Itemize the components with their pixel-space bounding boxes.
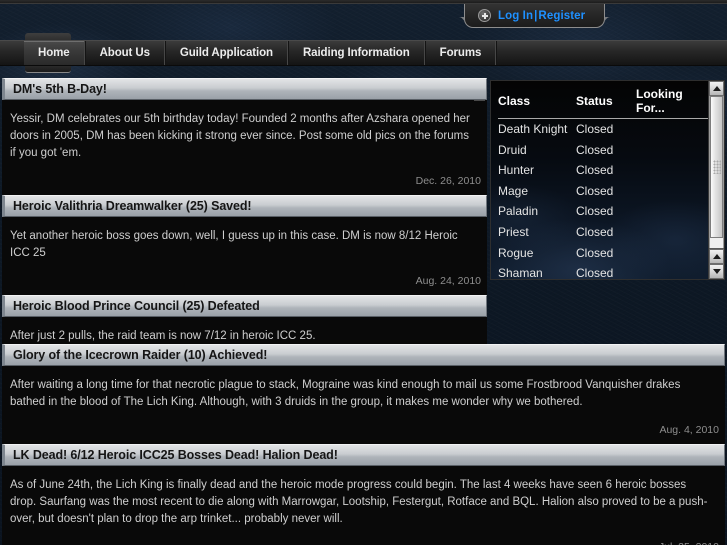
cell-class: Paladin [498, 204, 539, 219]
scrollbar-down-button[interactable] [709, 264, 724, 279]
cell-looking-for [636, 119, 708, 140]
page-content: DM's 5th B-Day! Yessir, DM celebrates ou… [0, 78, 727, 545]
cell-looking-for [636, 201, 708, 222]
table-header-row: Class Status Looking For... [498, 86, 708, 119]
recruitment-scrollbar[interactable] [708, 81, 724, 279]
post-body: As of June 24th, the Lich King is finall… [2, 466, 725, 532]
cell-status: Closed [576, 122, 614, 136]
table-row: Druid Closed [498, 140, 708, 161]
post-date: Aug. 4, 2010 [659, 424, 719, 436]
cell-status: Closed [576, 245, 614, 260]
table-row: Paladin Closed [498, 201, 708, 222]
active-tab-bottom-cap [25, 66, 71, 73]
main-navigation: Home About Us Guild Application Raiding … [0, 40, 727, 66]
scrollbar-grip-icon [712, 160, 721, 174]
nav-item-raiding-information[interactable]: Raiding Information [287, 41, 425, 65]
table-row: Hunter Closed [498, 160, 708, 181]
recruitment-panel: Class Status Looking For... Death Knight… [490, 80, 725, 280]
cell-looking-for [636, 263, 708, 279]
cell-status: Closed [576, 224, 614, 239]
news-post: Glory of the Icecrown Raider (10) Achiev… [2, 344, 725, 444]
news-post: Heroic Valithria Dreamwalker (25) Saved!… [2, 195, 487, 295]
link-separator: | [534, 9, 538, 22]
post-title[interactable]: LK Dead! 6/12 Heroic ICC25 Bosses Dead! … [2, 444, 725, 466]
recruitment-panel-inner: Class Status Looking For... Death Knight… [491, 81, 708, 279]
cell-class: Druid [498, 142, 527, 157]
arrow-up-icon [712, 254, 721, 259]
post-date: Jul. 25, 2010 [2, 532, 725, 545]
table-row: Death Knight Closed [498, 119, 708, 140]
post-date: Aug. 24, 2010 [415, 275, 481, 287]
post-title[interactable]: Heroic Blood Prince Council (25) Defeate… [2, 295, 487, 317]
scrollbar-thumb[interactable] [710, 96, 723, 238]
arrow-down-icon [712, 269, 721, 274]
post-title[interactable]: Heroic Valithria Dreamwalker (25) Saved! [2, 195, 487, 217]
scrollbar-track[interactable] [709, 96, 724, 248]
post-paragraph: After waiting a long time for that necro… [10, 379, 681, 408]
post-paragraph: Yessir, DM celebrates our 5th birthday t… [10, 113, 470, 159]
nav-item-guild-application[interactable]: Guild Application [164, 41, 288, 65]
cell-class: Mage [498, 183, 529, 198]
recruitment-table: Class Status Looking For... Death Knight… [498, 86, 708, 279]
table-row: Shaman Closed [498, 263, 708, 279]
post-paragraph: After just 2 pulls, the raid team is now… [10, 330, 316, 342]
cell-class: Shaman [498, 266, 543, 279]
cell-class: Death Knight [498, 122, 568, 136]
column-header-class: Class [498, 86, 576, 119]
cell-status: Closed [576, 266, 614, 279]
login-tab[interactable]: Log In|Register [464, 4, 605, 28]
plus-circle-icon [478, 9, 491, 22]
cell-looking-for [636, 181, 708, 202]
news-posts-wide-column: Glory of the Icecrown Raider (10) Achiev… [2, 344, 725, 545]
nav-item-forums[interactable]: Forums [424, 41, 497, 65]
post-body: After waiting a long time for that necro… [2, 366, 725, 415]
table-row: Priest Closed [498, 222, 708, 243]
column-header-status: Status [576, 86, 636, 119]
post-title[interactable]: DM's 5th B-Day! [2, 78, 487, 100]
top-strip [0, 0, 727, 4]
cell-looking-for [636, 222, 708, 243]
post-body: Yessir, DM celebrates our 5th birthday t… [2, 100, 487, 166]
table-row: Rogue Closed [498, 243, 708, 264]
news-post: DM's 5th B-Day! Yessir, DM celebrates ou… [2, 78, 487, 195]
active-tab-top-cap [25, 33, 71, 40]
cell-looking-for [636, 160, 708, 181]
nav-item-about-us[interactable]: About Us [84, 41, 165, 65]
post-body: Yet another heroic boss goes down, well,… [2, 217, 487, 266]
nav-item-home[interactable]: Home [24, 41, 85, 65]
column-header-looking-for: Looking For... [636, 86, 708, 119]
cell-looking-for [636, 140, 708, 161]
scrollbar-bottom-buttons [709, 248, 724, 279]
news-post: LK Dead! 6/12 Heroic ICC25 Bosses Dead! … [2, 444, 725, 545]
post-paragraph: As of June 24th, the Lich King is finall… [10, 479, 708, 525]
layout-divider [474, 100, 485, 101]
post-paragraph: Yet another heroic boss goes down, well,… [10, 230, 458, 259]
post-title[interactable]: Glory of the Icecrown Raider (10) Achiev… [2, 344, 725, 366]
login-register-links: Log In|Register [498, 10, 585, 22]
cell-status: Closed [576, 183, 614, 198]
cell-class: Hunter [498, 163, 535, 178]
cell-looking-for [636, 243, 708, 264]
cell-class: Rogue [498, 245, 534, 260]
scrollbar-bottom-up-button[interactable] [709, 249, 724, 264]
cell-status: Closed [576, 163, 614, 178]
log-in-link[interactable]: Log In [498, 10, 533, 22]
recruitment-table-body: Death Knight Closed Druid Closed Hunter … [498, 119, 708, 279]
table-row: Mage Closed [498, 181, 708, 202]
scrollbar-up-button[interactable] [709, 81, 724, 96]
arrow-up-icon [712, 86, 721, 91]
register-link[interactable]: Register [538, 10, 585, 22]
post-date: Dec. 26, 2010 [415, 175, 481, 187]
cell-class: Priest [498, 224, 529, 239]
nav-filler [496, 41, 727, 65]
cell-status: Closed [576, 204, 614, 219]
cell-status: Closed [576, 142, 614, 157]
